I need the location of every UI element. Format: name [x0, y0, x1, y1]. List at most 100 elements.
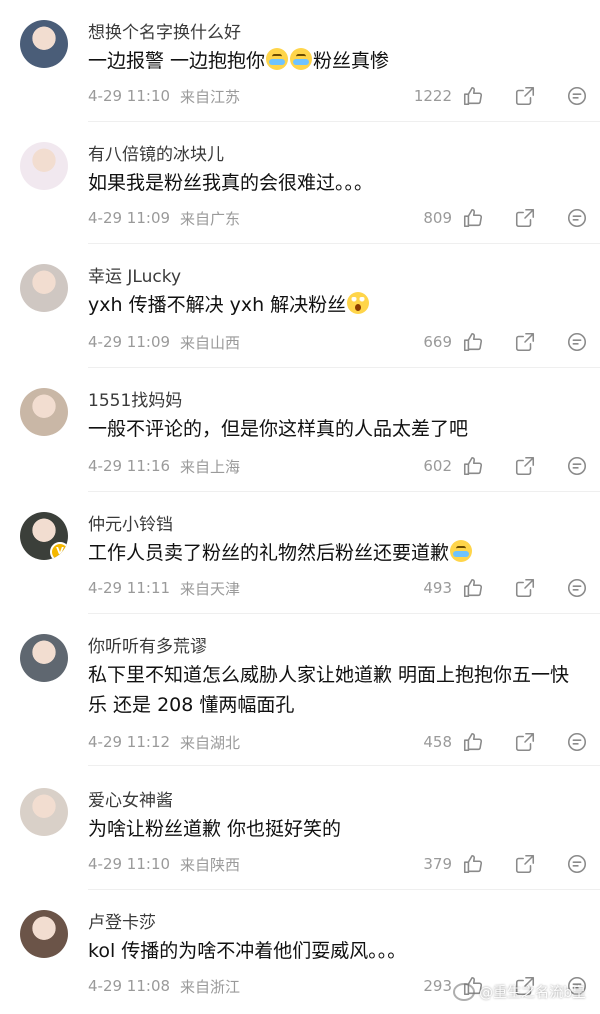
timestamp: 4-29 11:12 — [88, 733, 171, 751]
location: 来自湖北 — [180, 733, 241, 752]
share-icon[interactable] — [514, 455, 536, 477]
username[interactable]: 你听听有多荒谬 — [88, 632, 207, 657]
timestamp: 4-29 11:09 — [88, 209, 171, 227]
avatar[interactable] — [20, 264, 68, 312]
username[interactable]: 爱心女神酱 — [88, 786, 173, 811]
comment-text: 一般不评论的，但是你这样真的人品太差了吧 — [88, 414, 583, 444]
share-icon[interactable] — [514, 731, 536, 753]
comment-meta: 4-29 11:10 来自江苏 1222 — [88, 84, 588, 108]
comment-text-part: 一般不评论的，但是你这样真的人品太差了吧 — [88, 418, 469, 440]
comment-meta: 4-29 11:09 来自山西 669 — [88, 330, 588, 354]
avatar[interactable] — [20, 634, 68, 682]
comment-item[interactable]: 爱心女神酱 为啥让粉丝道歉 你也挺好笑的 4-29 11:10 来自陕西 379 — [0, 768, 600, 890]
laugh-cry-emoji-icon — [450, 540, 473, 562]
thumbs-up-icon[interactable] — [462, 577, 484, 599]
comment-text-part: 一边报警 一边抱抱你 — [88, 50, 266, 72]
comment-meta: 4-29 11:09 来自广东 809 — [88, 206, 588, 230]
share-icon[interactable] — [514, 577, 536, 599]
avatar[interactable] — [20, 142, 68, 190]
comment-icon[interactable] — [566, 853, 588, 875]
comment-meta: 4-29 11:10 来自陕西 379 — [88, 852, 588, 876]
comment-text-part: yxh 传播不解决 yxh 解决粉丝 — [88, 294, 347, 316]
avatar[interactable] — [20, 20, 68, 68]
comment-text-part: 为啥让粉丝道歉 你也挺好笑的 — [88, 818, 342, 840]
share-icon[interactable] — [514, 331, 536, 353]
username[interactable]: 想换个名字换什么好 — [88, 18, 241, 43]
divider — [88, 765, 600, 766]
comment-text: 工作人员卖了粉丝的礼物然后粉丝还要道歉 — [88, 538, 583, 568]
thumbs-up-icon[interactable] — [462, 85, 484, 107]
like-count: 293 — [423, 977, 452, 995]
username[interactable]: 幸运 JLucky — [88, 262, 181, 287]
comment-item[interactable]: 幸运 JLucky yxh 传播不解决 yxh 解决粉丝 4-29 11:09 来自山… — [0, 244, 600, 368]
comment-text: 私下里不知道怎么威胁人家让她道歉 明面上抱抱你五一快乐 还是 208 懂两幅面孔 — [88, 660, 583, 720]
comment-icon[interactable] — [566, 331, 588, 353]
watermark: @重生之名流b皇 — [453, 982, 586, 1002]
avatar[interactable]: V — [20, 512, 68, 560]
like-count: 458 — [423, 733, 452, 751]
comment-item[interactable]: 1551找妈妈一般不评论的，但是你这样真的人品太差了吧 4-29 11:16 来自上… — [0, 368, 600, 492]
comment-text-part: 私下里不知道怎么威胁人家让她道歉 明面上抱抱你五一快乐 还是 208 懂两幅面孔 — [88, 664, 570, 716]
share-icon[interactable] — [514, 207, 536, 229]
like-count: 379 — [423, 855, 452, 873]
comment-icon[interactable] — [566, 731, 588, 753]
location: 来自江苏 — [180, 87, 241, 106]
location: 来自天津 — [180, 579, 241, 598]
comment-item[interactable]: 你听听有多荒谬私下里不知道怎么威胁人家让她道歉 明面上抱抱你五一快乐 还是 20… — [0, 614, 600, 766]
like-count: 669 — [423, 333, 452, 351]
comment-text-part: kol 传播的为啥不冲着他们耍威风。。。 — [88, 940, 407, 962]
location: 来自上海 — [180, 457, 241, 476]
avatar[interactable] — [20, 910, 68, 958]
comment-text: 一边报警 一边抱抱你 粉丝真惨 — [88, 46, 583, 76]
timestamp: 4-29 11:11 — [88, 579, 171, 597]
watermark-text: @重生之名流b皇 — [479, 985, 586, 1001]
share-icon[interactable] — [514, 853, 536, 875]
weibo-logo-icon — [453, 983, 476, 1001]
like-count: 602 — [423, 457, 452, 475]
comment-icon[interactable] — [566, 85, 588, 107]
comment-meta: 4-29 11:11 来自天津 493 — [88, 576, 588, 600]
share-icon[interactable] — [514, 85, 536, 107]
location: 来自陕西 — [180, 855, 241, 874]
comment-text: 如果我是粉丝我真的会很难过。。。 — [88, 168, 583, 198]
username[interactable]: 仲元小铃铛 — [88, 510, 173, 535]
comment-text-part: 工作人员卖了粉丝的礼物然后粉丝还要道歉 — [88, 542, 450, 564]
comment-item[interactable]: 有八倍镜的冰块儿如果我是粉丝我真的会很难过。。。 4-29 11:09 来自广东 80… — [0, 122, 600, 244]
comment-icon[interactable] — [566, 455, 588, 477]
comment-meta: 4-29 11:16 来自上海 602 — [88, 454, 588, 478]
thumbs-up-icon[interactable] — [462, 331, 484, 353]
verified-badge-icon: V — [50, 542, 68, 560]
comment-item[interactable]: 想换个名字换什么好一边报警 一边抱抱你 粉丝真惨 4-29 11:10 来自江苏 122… — [0, 0, 600, 122]
thumbs-up-icon[interactable] — [462, 455, 484, 477]
thumbs-up-icon[interactable] — [462, 731, 484, 753]
comment-text-part: 粉丝真惨 — [313, 50, 390, 72]
location: 来自浙江 — [180, 977, 241, 996]
thumbs-up-icon[interactable] — [462, 853, 484, 875]
like-count: 493 — [423, 579, 452, 597]
avatar[interactable] — [20, 388, 68, 436]
username[interactable]: 有八倍镜的冰块儿 — [88, 140, 224, 165]
like-count: 1222 — [413, 87, 452, 105]
thumbs-up-icon[interactable] — [462, 207, 484, 229]
timestamp: 4-29 11:16 — [88, 457, 171, 475]
username[interactable]: 卢登卡莎 — [88, 908, 156, 933]
avatar[interactable] — [20, 788, 68, 836]
comment-text: yxh 传播不解决 yxh 解决粉丝 — [88, 290, 583, 320]
timestamp: 4-29 11:10 — [88, 87, 171, 105]
comment-icon[interactable] — [566, 577, 588, 599]
username[interactable]: 1551找妈妈 — [88, 386, 182, 411]
like-count: 809 — [423, 209, 452, 227]
timestamp: 4-29 11:08 — [88, 977, 171, 995]
laugh-cry-emoji-icon — [290, 48, 313, 70]
comment-icon[interactable] — [566, 207, 588, 229]
comment-text: 为啥让粉丝道歉 你也挺好笑的 — [88, 814, 583, 844]
shocked-emoji-icon — [347, 292, 370, 314]
comment-text-part: 如果我是粉丝我真的会很难过。。。 — [88, 172, 374, 194]
location: 来自山西 — [180, 333, 241, 352]
timestamp: 4-29 11:09 — [88, 333, 171, 351]
comment-meta: 4-29 11:12 来自湖北 458 — [88, 730, 588, 754]
laugh-cry-emoji-icon — [266, 48, 289, 70]
comment-item[interactable]: V 仲元小铃铛 工作人员卖了粉丝的礼物然后粉丝还要道歉 4-29 11:11 来自天津 4… — [0, 492, 600, 614]
location: 来自广东 — [180, 209, 241, 228]
comment-text: kol 传播的为啥不冲着他们耍威风。。。 — [88, 936, 583, 966]
